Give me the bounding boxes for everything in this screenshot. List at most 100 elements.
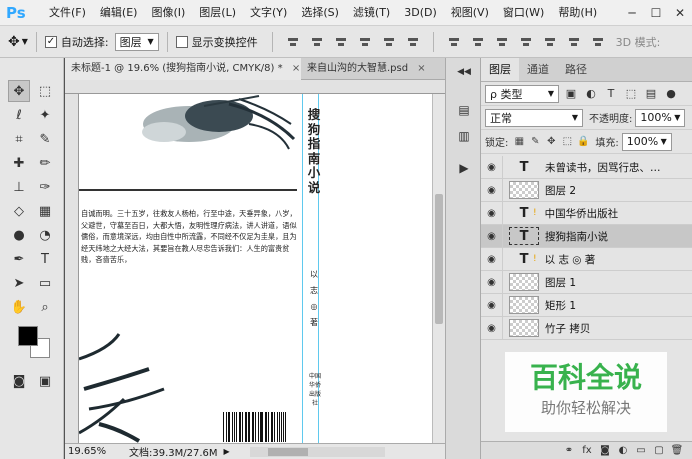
eyedropper-icon[interactable]: ✎ (34, 128, 56, 150)
align-top-icon[interactable] (286, 35, 300, 49)
type-filter-icon[interactable]: T (603, 86, 619, 102)
tab-channels[interactable]: 通道 (519, 58, 557, 81)
distribute-top-icon[interactable] (447, 35, 461, 49)
layer-name[interactable]: 中国华侨出版社 (545, 206, 619, 221)
visibility-eye-icon[interactable]: ◉ (481, 201, 503, 225)
stamp-tool-icon[interactable]: ⊥ (8, 176, 30, 198)
scroll-thumb[interactable] (267, 447, 308, 456)
menu-window[interactable]: 窗口(W) (496, 0, 551, 26)
menu-image[interactable]: 图像(I) (144, 0, 192, 26)
menu-file[interactable]: 文件(F) (42, 0, 93, 26)
trash-icon[interactable]: 🗑 (668, 445, 686, 456)
tab-layers[interactable]: 图层 (481, 58, 519, 81)
align-left-icon[interactable] (358, 35, 372, 49)
shape-filter-icon[interactable]: ⬚ (623, 86, 639, 102)
lock-pixels-icon[interactable]: ✎ (527, 134, 543, 150)
layer-thumbnail[interactable] (509, 273, 539, 291)
collapse-icon[interactable]: ◀◀ (454, 62, 474, 82)
distribute-right-icon[interactable] (567, 35, 581, 49)
gradient-tool-icon[interactable]: ▦ (34, 200, 56, 222)
auto-select-checkbox[interactable]: ✓ (44, 35, 57, 48)
document-canvas[interactable]: 自诚而明。三十五岁，往救友人杨柏，行至中途，天垂异象，八岁，父避世，守墓至百日，… (79, 94, 432, 443)
new-layer-icon[interactable]: ▢ (650, 445, 668, 456)
minimize-button[interactable]: ─ (620, 0, 644, 26)
visibility-eye-icon[interactable]: ◉ (481, 247, 503, 271)
tab-untitled-1[interactable]: 未标题-1 @ 19.6% (搜狗指南小说, CMYK/8) * × (65, 58, 301, 80)
lock-transparent-icon[interactable]: ▦ (511, 134, 527, 150)
layer-thumbnail[interactable] (509, 181, 539, 199)
lock-artboard-icon[interactable]: ⬚ (559, 134, 575, 150)
align-hcenter-icon[interactable] (382, 35, 396, 49)
layer-row[interactable]: ◉ 图层 1 (481, 270, 692, 294)
path-select-icon[interactable]: ➤ (8, 272, 30, 294)
layer-name[interactable]: 未曾读书，因骂行忠、… (545, 160, 661, 175)
menu-3d[interactable]: 3D(D) (397, 0, 444, 26)
smart-object-filter-icon[interactable]: ▤ (643, 86, 659, 102)
visibility-eye-icon[interactable]: ◉ (481, 224, 503, 248)
fill-field[interactable]: 100% ▼ (621, 132, 672, 151)
close-icon[interactable]: × (292, 63, 300, 74)
history-icon[interactable]: ▤ (454, 100, 474, 120)
blur-tool-icon[interactable]: ● (8, 224, 30, 246)
vertical-scrollbar[interactable] (432, 94, 445, 443)
menu-help[interactable]: 帮助(H) (551, 0, 604, 26)
canvas-area[interactable]: 自诚而明。三十五岁，往救友人杨柏，行至中途，天垂异象，八岁，父避世，守墓至百日，… (65, 80, 445, 443)
quick-mask-icon[interactable]: ◙ (8, 370, 30, 392)
visibility-eye-icon[interactable]: ◉ (481, 156, 503, 179)
menu-view[interactable]: 视图(V) (444, 0, 496, 26)
link-icon[interactable]: ⚭ (560, 445, 578, 456)
filter-toggle-icon[interactable]: ● (663, 86, 679, 102)
close-icon[interactable]: × (417, 63, 425, 74)
tab-psd-file[interactable]: 来自山沟的大智慧.psd × (301, 58, 445, 80)
marquee-tool-icon[interactable]: ⬚ (34, 80, 56, 102)
adjustment-filter-icon[interactable]: ◐ (583, 86, 599, 102)
distribute-hcenter-icon[interactable] (543, 35, 557, 49)
move-tool-icon[interactable]: ✥ (8, 80, 30, 102)
blend-mode-dropdown[interactable]: 正常 ▼ (485, 108, 583, 127)
layer-name[interactable]: 矩形 1 (545, 298, 576, 313)
menu-layer[interactable]: 图层(L) (192, 0, 243, 26)
layer-row[interactable]: ◉ 竹子 拷贝 (481, 316, 692, 340)
lock-position-icon[interactable]: ✥ (543, 134, 559, 150)
mask-icon[interactable]: ◙ (596, 445, 614, 456)
horizontal-scrollbar[interactable] (249, 446, 385, 457)
maximize-button[interactable]: ☐ (644, 0, 668, 26)
layer-row[interactable]: ◉ T! 以 志 ◎ 著 (481, 247, 692, 271)
layer-row[interactable]: ◉ 图层 2 (481, 178, 692, 202)
layer-row[interactable]: ◉ T 未曾读书，因骂行忠、… (481, 156, 692, 179)
magic-wand-icon[interactable]: ✦ (34, 104, 56, 126)
tab-paths[interactable]: 路径 (557, 58, 595, 81)
move-tool-icon[interactable]: ✥ (8, 34, 20, 50)
dodge-tool-icon[interactable]: ◔ (34, 224, 56, 246)
menu-select[interactable]: 选择(S) (294, 0, 346, 26)
properties-icon[interactable]: ▥ (454, 126, 474, 146)
text-layer-icon[interactable]: T (509, 158, 539, 176)
layer-thumbnail[interactable] (509, 296, 539, 314)
align-vcenter-icon[interactable] (310, 35, 324, 49)
group-icon[interactable]: ▭ (632, 445, 650, 456)
scroll-thumb[interactable] (435, 194, 443, 324)
layer-row[interactable]: ◉ 矩形 1 (481, 293, 692, 317)
visibility-eye-icon[interactable]: ◉ (481, 316, 503, 340)
layer-row[interactable]: ◉ T! 中国华侨出版社 (481, 201, 692, 225)
pen-tool-icon[interactable]: ✒ (8, 248, 30, 270)
auto-select-dropdown[interactable]: 图层 ▼ (114, 32, 159, 51)
distribute-left-icon[interactable] (519, 35, 533, 49)
fx-icon[interactable]: fx (578, 445, 596, 456)
type-tool-icon[interactable]: T (34, 248, 56, 270)
crop-tool-icon[interactable]: ⌗ (8, 128, 30, 150)
menu-filter[interactable]: 滤镜(T) (346, 0, 397, 26)
status-menu-arrow[interactable]: ▶ (224, 447, 230, 456)
adjustment-icon[interactable]: ◐ (614, 445, 632, 456)
zoom-tool-icon[interactable]: ⌕ (34, 296, 56, 318)
layer-name[interactable]: 竹子 拷贝 (545, 321, 590, 336)
opacity-field[interactable]: 100% ▼ (635, 108, 686, 127)
healing-brush-icon[interactable]: ✚ (8, 152, 30, 174)
align-right-icon[interactable] (406, 35, 420, 49)
zoom-level[interactable]: 19.65% (65, 446, 106, 457)
layer-name[interactable]: 搜狗指南小说 (545, 229, 608, 244)
text-layer-icon[interactable]: T (509, 227, 539, 245)
close-button[interactable]: ✕ (668, 0, 692, 26)
align-bottom-icon[interactable] (334, 35, 348, 49)
layer-thumbnail[interactable] (509, 319, 539, 337)
